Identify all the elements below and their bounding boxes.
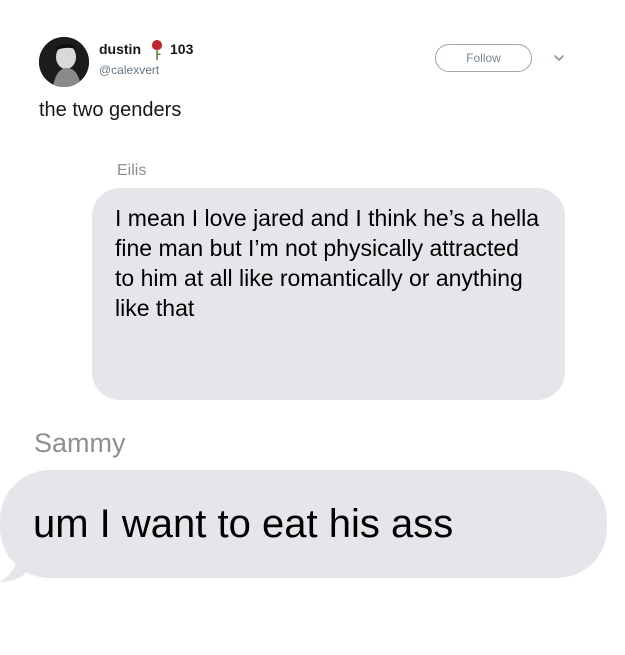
message-bubble: I mean I love jared and I think he’s a h… <box>92 188 565 400</box>
display-name[interactable]: dustin <box>99 41 141 57</box>
chevron-down-icon[interactable] <box>552 52 566 64</box>
tweet-header: dustin 103 @calexvert Follow <box>0 0 625 95</box>
message-bubble: um I want to eat his ass <box>0 470 607 578</box>
tweet-text: the two genders <box>39 99 182 121</box>
follow-button[interactable]: Follow <box>435 44 532 72</box>
avatar[interactable] <box>39 37 89 87</box>
avatar-image <box>39 37 89 87</box>
rose-icon <box>152 40 162 60</box>
handle[interactable]: @calexvert <box>99 63 159 77</box>
sender-name: Sammy <box>34 428 126 458</box>
follower-count: 103 <box>170 41 194 57</box>
sender-name: Eilis <box>117 162 147 179</box>
